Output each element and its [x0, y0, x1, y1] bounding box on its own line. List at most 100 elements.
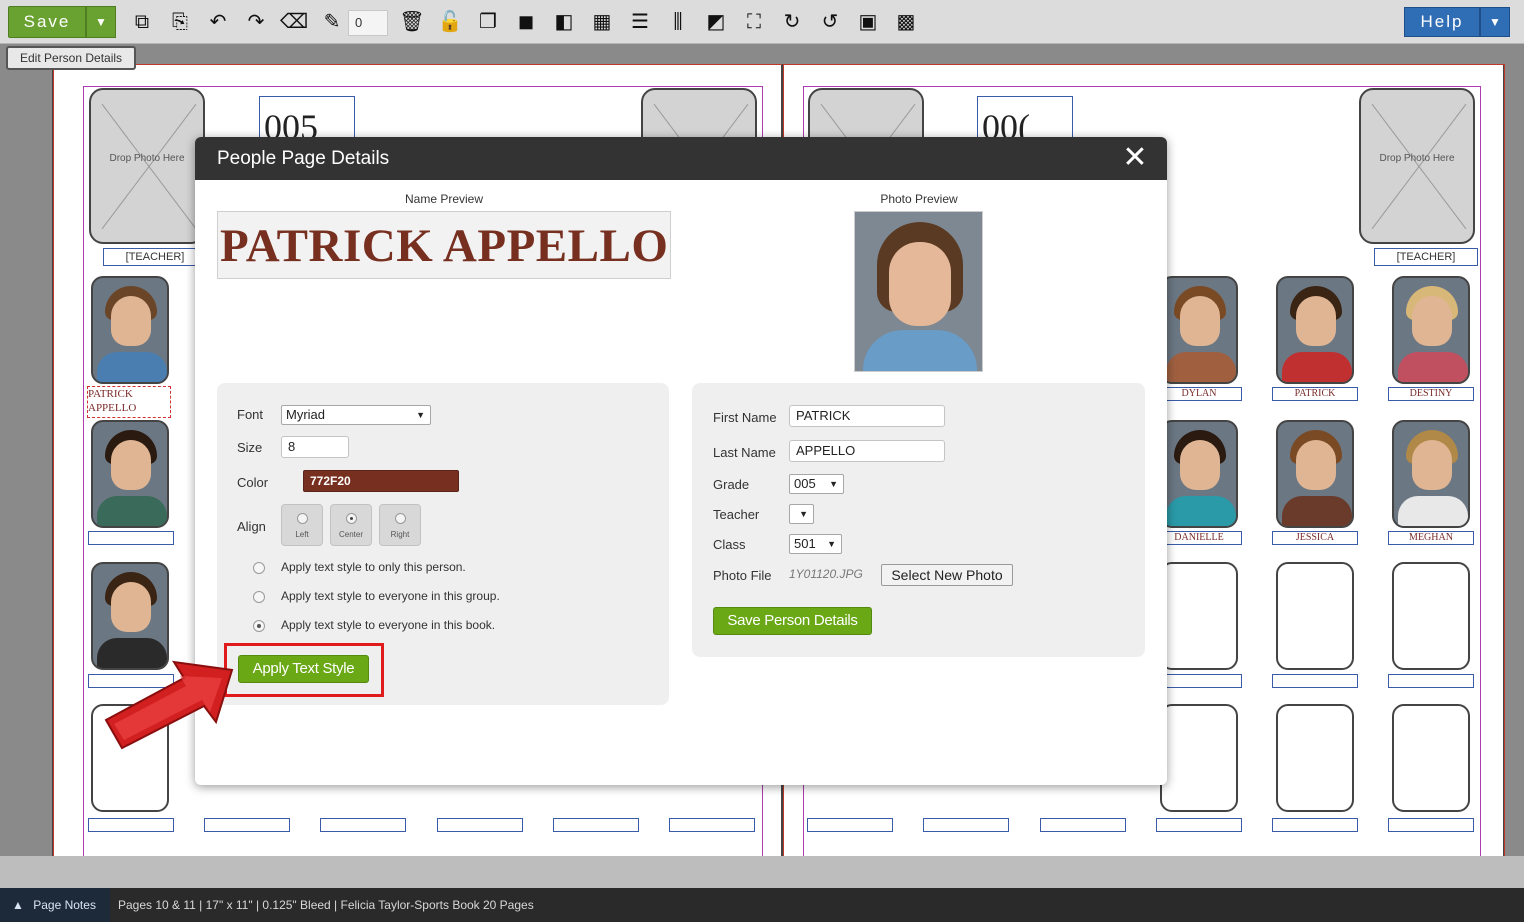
name-label-meghan[interactable]: MEGHAN: [1388, 531, 1474, 545]
name-label[interactable]: [1156, 674, 1242, 688]
teacher-label-left[interactable]: [TEACHER]: [103, 248, 207, 266]
header-number-right[interactable]: 00(: [977, 96, 1073, 142]
name-label[interactable]: [669, 818, 755, 832]
edit-pen-icon[interactable]: ✎: [318, 8, 346, 36]
first-name-input[interactable]: PATRICK: [789, 405, 945, 427]
apply-person-radio[interactable]: [253, 562, 265, 574]
crop-icon[interactable]: ◩: [702, 8, 730, 36]
bring-front-icon[interactable]: ◼: [512, 8, 540, 36]
student-photo[interactable]: [1392, 276, 1470, 384]
name-label[interactable]: [1388, 674, 1474, 688]
last-name-input[interactable]: APPELLO: [789, 440, 945, 462]
apply-group-radio[interactable]: [253, 591, 265, 603]
photo-file-label: Photo File: [713, 568, 772, 583]
counter-field[interactable]: 0: [348, 10, 388, 36]
apply-person-label: Apply text style to only this person.: [281, 560, 466, 574]
name-label[interactable]: [1272, 818, 1358, 832]
name-label-destiny[interactable]: DESTINY: [1388, 387, 1474, 401]
drop-photo-teacher-right[interactable]: Drop Photo Here: [1359, 88, 1475, 244]
close-icon[interactable]: ✕: [1121, 143, 1149, 173]
name-label-danielle[interactable]: DANIELLE: [1156, 531, 1242, 545]
save-button[interactable]: Save: [8, 6, 86, 38]
name-label[interactable]: [88, 531, 174, 545]
align-left-button[interactable]: Left: [281, 504, 323, 546]
people-page-details-dialog: People Page Details ✕ Name Preview PATRI…: [195, 137, 1167, 785]
name-label-jessica[interactable]: JESSICA: [1272, 531, 1358, 545]
unlock-icon[interactable]: 🔓: [436, 8, 464, 36]
name-label[interactable]: [923, 818, 1009, 832]
class-select[interactable]: 501 ▼: [789, 534, 842, 554]
help-dropdown-button[interactable]: ▼: [1480, 7, 1510, 37]
header-number-left[interactable]: 005: [259, 96, 355, 142]
name-label[interactable]: [1156, 818, 1242, 832]
drop-photo-teacher-left[interactable]: Drop Photo Here: [89, 88, 205, 244]
name-label[interactable]: [88, 818, 174, 832]
student-photo[interactable]: [1276, 420, 1354, 528]
size-input[interactable]: 8: [281, 436, 349, 458]
eraser-icon[interactable]: ⌫: [280, 8, 308, 36]
student-photo[interactable]: [91, 276, 169, 384]
student-photo[interactable]: [1160, 420, 1238, 528]
teacher-label-right[interactable]: [TEACHER]: [1374, 248, 1478, 266]
grid-icon[interactable]: ▩: [892, 8, 920, 36]
class-label: Class: [713, 537, 746, 552]
color-picker[interactable]: 772F20: [303, 470, 459, 492]
trash-icon[interactable]: 🗑: [398, 8, 426, 36]
align-center-button[interactable]: Center: [330, 504, 372, 546]
apply-book-label: Apply text style to everyone in this boo…: [281, 618, 496, 632]
align-right-button[interactable]: Right: [379, 504, 421, 546]
redo-icon[interactable]: ↷: [242, 8, 270, 36]
photo-slot[interactable]: [1392, 562, 1470, 670]
photo-slot[interactable]: [1160, 562, 1238, 670]
apply-text-style-button[interactable]: Apply Text Style: [238, 655, 369, 683]
name-label-patrick[interactable]: PATRICK: [1272, 387, 1358, 401]
save-dropdown-button[interactable]: ▼: [86, 6, 116, 38]
frame-icon[interactable]: ▣: [854, 8, 882, 36]
font-select[interactable]: Myriad ▼: [281, 405, 431, 425]
name-label[interactable]: [1388, 818, 1474, 832]
paste-icon[interactable]: ⎘: [166, 8, 194, 36]
apply-book-radio[interactable]: [253, 620, 265, 632]
apply-group-label: Apply text style to everyone in this gro…: [281, 589, 500, 603]
align-left-icon[interactable]: ☰: [626, 8, 654, 36]
save-person-details-button[interactable]: Save Person Details: [713, 607, 872, 635]
distribute-icon[interactable]: ⫼: [664, 8, 692, 36]
selected-name-label[interactable]: PATRICK APPELLO: [87, 386, 171, 418]
edit-person-details-tab[interactable]: Edit Person Details: [6, 46, 137, 70]
student-photo[interactable]: [1160, 276, 1238, 384]
chevron-down-icon: ▼: [829, 479, 838, 489]
send-back-icon[interactable]: ◧: [550, 8, 578, 36]
photo-slot[interactable]: [1276, 562, 1354, 670]
photo-slot[interactable]: [1392, 704, 1470, 812]
name-label-dylan[interactable]: DYLAN: [1156, 387, 1242, 401]
student-photo[interactable]: [1276, 276, 1354, 384]
align-center-text: Center: [338, 530, 363, 539]
chevron-down-icon: ▼: [416, 410, 425, 420]
page-notes-toggle[interactable]: ▲ Page Notes: [0, 888, 110, 922]
fit-icon[interactable]: ⛶: [740, 8, 768, 36]
status-bar: [0, 856, 1524, 888]
undo-icon[interactable]: ↶: [204, 8, 232, 36]
rotate-right-icon[interactable]: ↻: [778, 8, 806, 36]
grade-select[interactable]: 005 ▼: [789, 474, 844, 494]
group-icon[interactable]: ▦: [588, 8, 616, 36]
name-label[interactable]: [1272, 674, 1358, 688]
name-label[interactable]: [204, 818, 290, 832]
teacher-select[interactable]: ▼: [789, 504, 814, 524]
name-label[interactable]: [807, 818, 893, 832]
photo-slot[interactable]: [1276, 704, 1354, 812]
rotate-left-icon[interactable]: ↺: [816, 8, 844, 36]
name-label[interactable]: [1040, 818, 1126, 832]
page-notes-label: Page Notes: [33, 898, 96, 912]
copy-icon[interactable]: ⧉: [128, 8, 156, 36]
select-new-photo-button[interactable]: Select New Photo: [881, 564, 1013, 586]
photo-slot[interactable]: [1160, 704, 1238, 812]
layers-icon[interactable]: ❐: [474, 8, 502, 36]
student-photo[interactable]: [1392, 420, 1470, 528]
name-label[interactable]: [553, 818, 639, 832]
student-photo[interactable]: [91, 420, 169, 528]
name-label[interactable]: [437, 818, 523, 832]
font-value: Myriad: [286, 407, 326, 422]
name-label[interactable]: [320, 818, 406, 832]
help-button[interactable]: Help: [1404, 7, 1480, 37]
